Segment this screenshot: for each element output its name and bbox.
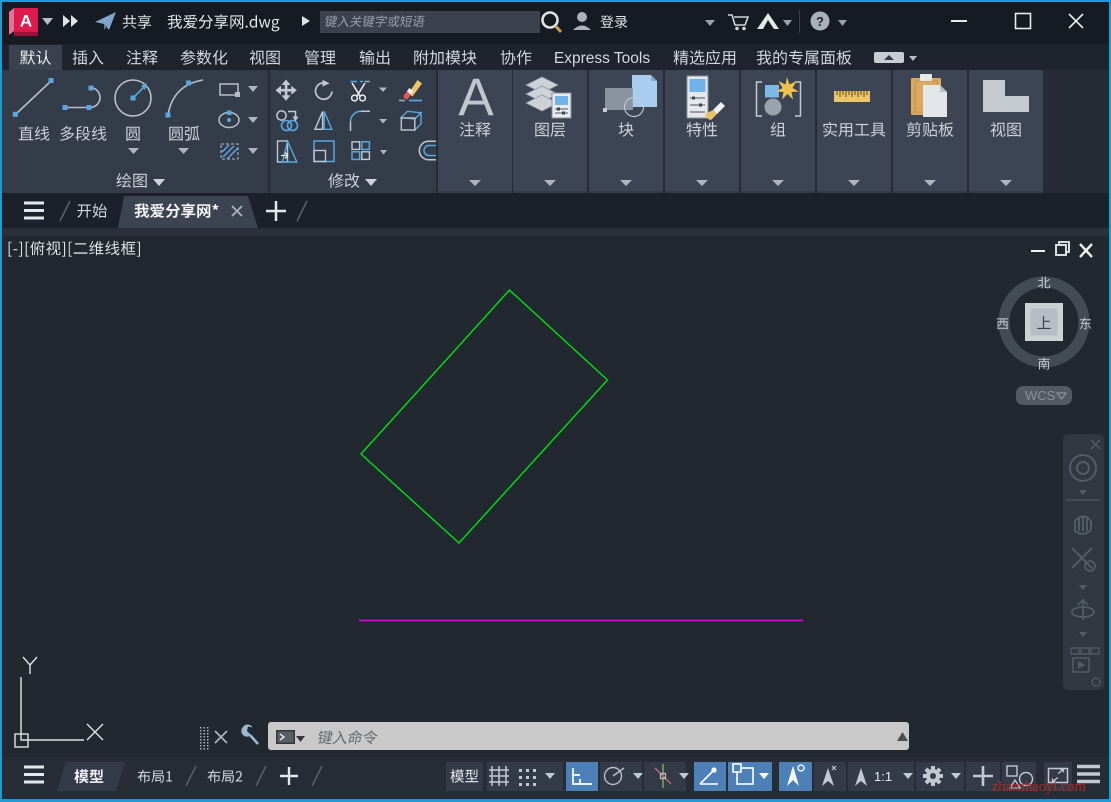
svg-text:A: A	[458, 68, 494, 127]
svg-text:?: ?	[816, 14, 824, 29]
svg-text:WCS: WCS	[1025, 388, 1056, 403]
svg-text:A: A	[20, 12, 32, 31]
svg-text:zhanshaoyi.com: zhanshaoyi.com	[992, 779, 1087, 795]
svg-text:1:1: 1:1	[874, 769, 892, 784]
svg-text:Express Tools: Express Tools	[554, 50, 650, 67]
